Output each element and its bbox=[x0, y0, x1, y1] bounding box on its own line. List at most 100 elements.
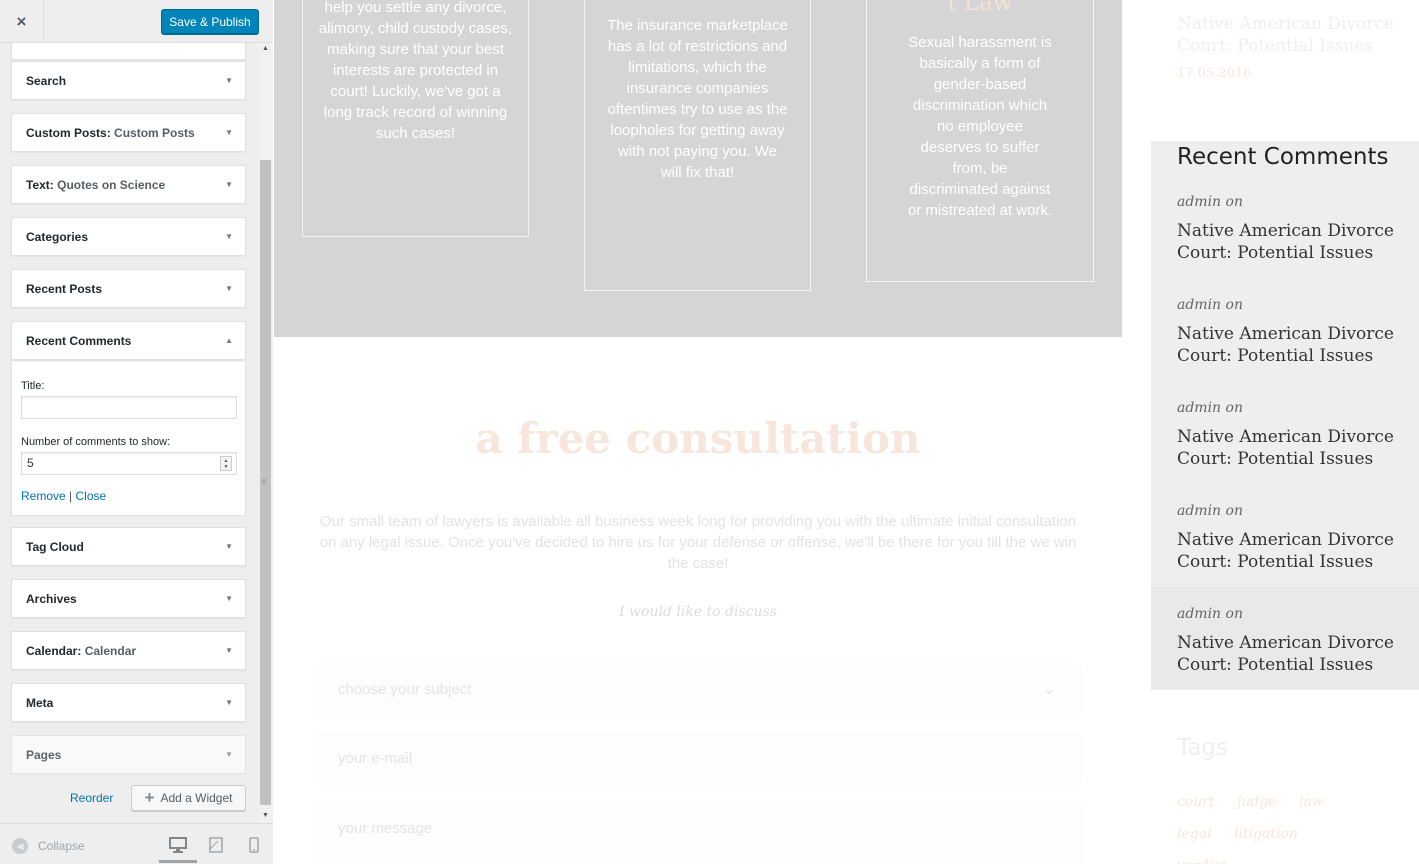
recent-comments-form: Title: Number of comments to show: 5 ▲ ▼ … bbox=[11, 361, 246, 516]
comment-item: admin on Native American Divorce Court: … bbox=[1177, 503, 1407, 573]
scroll-up-icon[interactable]: ▲ bbox=[262, 45, 269, 52]
widget-text[interactable]: Text: Quotes on Science ▼ bbox=[11, 165, 246, 204]
tag-link[interactable]: legal bbox=[1177, 826, 1212, 842]
practice-areas-section: help you settle any divorce, alimony, ch… bbox=[274, 0, 1122, 337]
remove-link[interactable]: Remove bbox=[21, 489, 66, 503]
subject-placeholder: choose your subject bbox=[338, 681, 472, 698]
add-widget-label: Add a Widget bbox=[160, 791, 233, 805]
mobile-icon[interactable] bbox=[248, 837, 266, 853]
tag-link[interactable]: law bbox=[1299, 794, 1324, 810]
comment-item: admin on Native American Divorce Court: … bbox=[1177, 606, 1407, 676]
comment-post-link[interactable]: Native American Divorce Court: Potential… bbox=[1177, 632, 1407, 676]
expand-arrow-icon[interactable]: ▼ bbox=[225, 270, 233, 308]
spinner-icon[interactable]: ▲ ▼ bbox=[220, 456, 232, 471]
recent-post-date: 17.05.2016 bbox=[1177, 66, 1252, 81]
comment-author: admin on bbox=[1177, 400, 1243, 416]
card-text: Sexual harassment is basically a form of… bbox=[907, 34, 1053, 219]
comment-post-link[interactable]: Native American Divorce Court: Potential… bbox=[1177, 426, 1407, 470]
tag-link[interactable]: verdict bbox=[1177, 858, 1227, 864]
comment-item: admin on Native American Divorce Court: … bbox=[1177, 194, 1407, 264]
widget-title: Recent Comments bbox=[26, 334, 132, 348]
practice-card: t Law Sexual harassment is basically a f… bbox=[866, 0, 1094, 282]
widget-title: Pages bbox=[26, 748, 62, 762]
email-placeholder: your e-mail bbox=[338, 750, 413, 767]
comment-author: admin on bbox=[1177, 194, 1243, 210]
expand-arrow-icon[interactable]: ▼ bbox=[225, 684, 233, 722]
widget-custom-posts[interactable]: Custom Posts: Custom Posts ▼ bbox=[11, 113, 246, 152]
tags-heading: Tags bbox=[1177, 735, 1228, 761]
card-text: help you settle any divorce, alimony, ch… bbox=[318, 0, 513, 142]
tablet-icon[interactable] bbox=[208, 837, 226, 853]
widget-title: Categories bbox=[26, 230, 89, 244]
desktop-icon[interactable] bbox=[159, 837, 197, 863]
widget-title: Search bbox=[26, 74, 67, 88]
widget-tag-cloud[interactable]: Tag Cloud ▼ bbox=[11, 527, 246, 566]
title-label: Title: bbox=[21, 380, 45, 392]
widget-archives[interactable]: Archives ▼ bbox=[11, 579, 246, 618]
subject-select[interactable]: choose your subject ⌄ bbox=[316, 666, 1080, 714]
collapse-arrow-icon: ◀ bbox=[12, 838, 28, 854]
reorder-link[interactable]: Reorder bbox=[70, 791, 113, 805]
comment-item: admin on Native American Divorce Court: … bbox=[1177, 400, 1407, 470]
widget-search[interactable]: Search ▼ bbox=[11, 61, 246, 100]
tag-link[interactable]: judge bbox=[1237, 794, 1277, 810]
practice-card: The insurance marketplace has a lot of r… bbox=[584, 0, 811, 291]
plus-icon: + bbox=[144, 788, 155, 807]
widget-list: Search ▼ Custom Posts: Custom Posts ▼ Te… bbox=[0, 43, 259, 823]
customizer-panel: × Save & Publish Search ▼ Custom Posts: … bbox=[0, 0, 273, 864]
email-field[interactable]: your e-mail bbox=[316, 735, 1080, 783]
expand-arrow-icon[interactable]: ▼ bbox=[225, 632, 233, 670]
expand-arrow-icon[interactable]: ▼ bbox=[225, 736, 233, 774]
form-actions: Remove | Close bbox=[21, 489, 106, 503]
collapse-button[interactable]: ◀ Collapse bbox=[12, 838, 85, 854]
site-preview: help you settle any divorce, alimony, ch… bbox=[274, 0, 1419, 864]
comment-author: admin on bbox=[1177, 503, 1243, 519]
separator: | bbox=[69, 489, 73, 503]
comment-count-stepper[interactable]: 5 ▲ ▼ bbox=[21, 452, 237, 475]
tag-cloud: court judge law legal litigation verdict bbox=[1177, 786, 1387, 864]
widget-title: Calendar: Calendar bbox=[26, 644, 137, 658]
message-field[interactable]: your message bbox=[316, 805, 1080, 864]
scroll-down-icon[interactable]: ▼ bbox=[262, 812, 269, 819]
sidebar-scrollbar[interactable]: ▲ ▼ bbox=[259, 43, 273, 823]
widget-title: Text: Quotes on Science bbox=[26, 178, 166, 192]
comment-post-link[interactable]: Native American Divorce Court: Potential… bbox=[1177, 323, 1407, 367]
resize-handle-icon[interactable]: ≡ bbox=[261, 477, 267, 488]
tag-link[interactable]: court bbox=[1177, 794, 1215, 810]
tag-link[interactable]: litigation bbox=[1234, 826, 1298, 842]
customizer-footer: ◀ Collapse bbox=[0, 823, 273, 864]
comment-post-link[interactable]: Native American Divorce Court: Potential… bbox=[1177, 529, 1407, 573]
expand-arrow-icon[interactable]: ▼ bbox=[225, 62, 233, 100]
widget-title: Custom Posts: Custom Posts bbox=[26, 126, 195, 140]
widget-title: Archives bbox=[26, 592, 77, 606]
practice-card: help you settle any divorce, alimony, ch… bbox=[302, 0, 529, 237]
widget-recent-comments[interactable]: Recent Comments ▲ bbox=[11, 321, 246, 360]
close-link[interactable]: Close bbox=[76, 489, 107, 503]
expand-arrow-icon[interactable]: ▼ bbox=[225, 528, 233, 566]
title-input[interactable] bbox=[21, 396, 237, 419]
add-widget-button[interactable]: + Add a Widget bbox=[131, 785, 246, 811]
recent-post-link[interactable]: Native American Divorce Court: Potential… bbox=[1177, 13, 1397, 57]
comment-author: admin on bbox=[1177, 297, 1243, 313]
widget-pages[interactable]: Pages ▼ bbox=[11, 735, 246, 774]
recent-comments-heading: Recent Comments bbox=[1177, 144, 1389, 170]
close-icon[interactable]: × bbox=[0, 0, 44, 43]
expand-arrow-icon[interactable]: ▼ bbox=[225, 218, 233, 256]
widget-calendar[interactable]: Calendar: Calendar ▼ bbox=[11, 631, 246, 670]
widget-categories[interactable]: Categories ▼ bbox=[11, 217, 246, 256]
widget-title: Tag Cloud bbox=[26, 540, 84, 554]
consultation-heading: a free consultation bbox=[475, 414, 921, 463]
comment-post-link[interactable]: Native American Divorce Court: Potential… bbox=[1177, 220, 1407, 264]
message-placeholder: your message bbox=[338, 820, 433, 837]
comment-item: admin on Native American Divorce Court: … bbox=[1177, 297, 1407, 367]
widget-recent-posts[interactable]: Recent Posts ▼ bbox=[11, 269, 246, 308]
discuss-label: I would like to discuss bbox=[619, 604, 777, 620]
expand-arrow-icon[interactable]: ▼ bbox=[225, 166, 233, 204]
collapse-arrow-icon[interactable]: ▲ bbox=[225, 322, 233, 360]
count-label: Number of comments to show: bbox=[21, 436, 171, 448]
save-publish-button[interactable]: Save & Publish bbox=[161, 9, 259, 34]
chevron-down-icon: ⌄ bbox=[1042, 681, 1056, 698]
widget-meta[interactable]: Meta ▼ bbox=[11, 683, 246, 722]
expand-arrow-icon[interactable]: ▼ bbox=[225, 114, 233, 152]
expand-arrow-icon[interactable]: ▼ bbox=[225, 580, 233, 618]
